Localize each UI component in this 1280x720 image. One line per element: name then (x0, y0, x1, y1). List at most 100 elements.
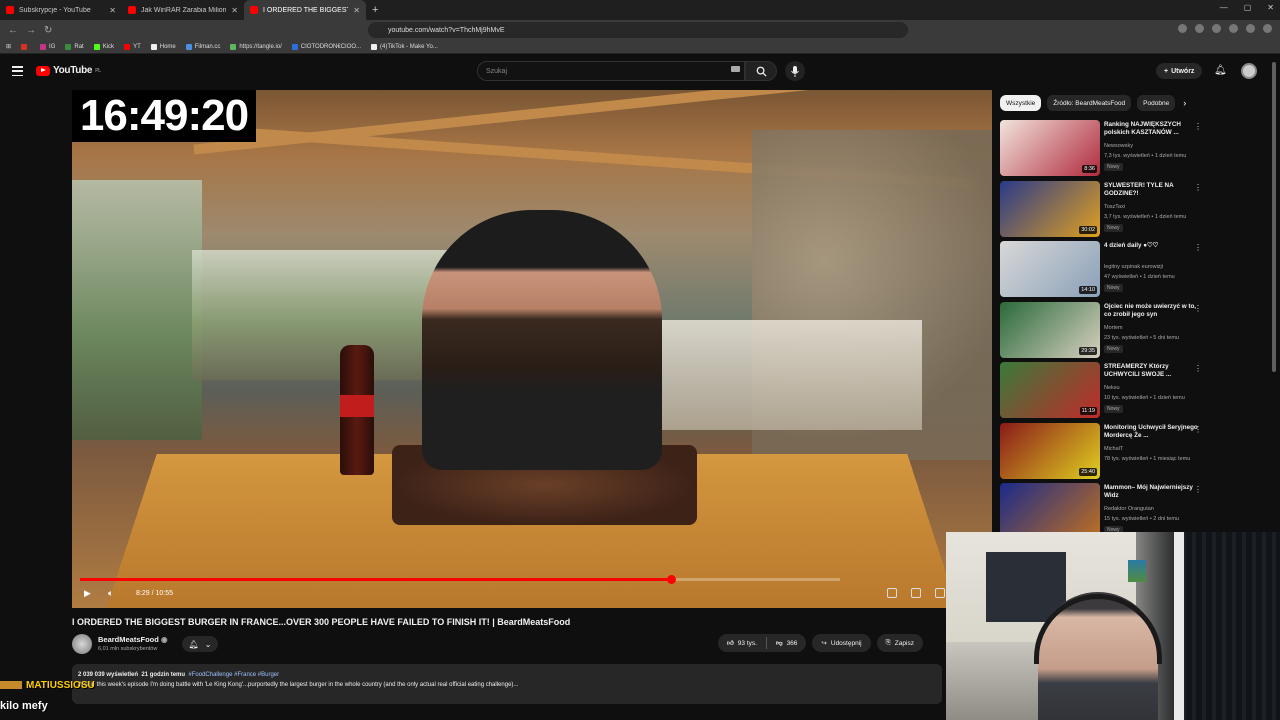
dislike-button[interactable]: 👎︎ 366 (767, 639, 806, 648)
bookmark-item[interactable]: Rat (65, 43, 84, 50)
bookmark-item[interactable]: Kick (93, 43, 114, 50)
region-code: PL (95, 67, 101, 74)
recommendation-item[interactable]: 8:36 Ranking NAJWIĘKSZYCH polskich KASZTA… (1000, 120, 1230, 181)
video-description[interactable]: 2 039 039 wyświetleń 21 godzin temu #Foo… (72, 664, 942, 704)
play-icon[interactable]: ▶ (84, 588, 91, 599)
bookmark-item[interactable]: (4)TikTok - Make Yo... (371, 43, 438, 50)
more-options-icon[interactable]: ⋮ (1194, 304, 1202, 313)
apps-grid-icon[interactable]: ⊞ (6, 43, 11, 50)
create-button[interactable]: + Utwórz (1156, 63, 1203, 79)
save-button[interactable]: ⎘ Zapisz (876, 634, 923, 652)
reload-icon[interactable]: ↻ (44, 25, 54, 36)
browser-tab[interactable]: Subskrypcje - YouTube ✕ (0, 0, 122, 20)
video-thumbnail[interactable]: 29:35 (1000, 301, 1100, 358)
video-thumbnail[interactable]: 30:02 (1000, 180, 1100, 237)
video-thumbnail[interactable]: 14:10 (1000, 241, 1100, 297)
extension-icon[interactable] (1178, 24, 1187, 33)
browser-tab-active[interactable]: I ORDERED THE BIGGEST BURGER... ✕ (244, 0, 366, 20)
new-badge: Nowy (1104, 223, 1123, 232)
more-options-icon[interactable]: ⋮ (1194, 425, 1202, 434)
recommendation-item[interactable]: 14:10 4 dzień daily ●♡♡ legitny szpinak eu… (1000, 241, 1230, 302)
channel-name[interactable]: BeardMeatsFood ◉ (98, 635, 167, 644)
bookmark-item[interactable]: https://tangle.io/ (230, 43, 282, 50)
more-options-icon[interactable]: ⋮ (1194, 183, 1202, 192)
video-thumbnail[interactable]: 8:36 (1000, 120, 1100, 176)
maximize-icon[interactable]: ▢ (1244, 3, 1252, 12)
new-tab-button[interactable]: + (372, 4, 378, 16)
video-player[interactable] (72, 90, 992, 608)
recommendation-meta: 78 tys. wyświetleń • 1 miesiąc temu (1104, 455, 1191, 462)
recommendation-item[interactable]: 29:35 Ojciec nie może uwierzyć w to, co z… (1000, 301, 1230, 363)
minimize-icon[interactable]: — (1220, 3, 1228, 12)
more-options-icon[interactable]: ⋮ (1194, 364, 1202, 373)
voice-search-button[interactable] (785, 61, 805, 81)
extension-icon[interactable] (1229, 24, 1238, 33)
close-window-icon[interactable]: ✕ (1267, 3, 1274, 12)
chip-2[interactable]: Podobne (1137, 95, 1176, 111)
page-scrollbar[interactable] (1272, 62, 1276, 372)
chip-0[interactable]: Wszystkie (1000, 95, 1042, 111)
search-input[interactable]: Szukaj (477, 61, 745, 81)
subscription-bell-button[interactable]: 🔔︎ ⌄ (182, 636, 218, 652)
keyboard-icon[interactable] (731, 66, 740, 72)
video-actions: 👍︎ 93 tys. 👎︎ 366 ↪ Udostępnij ⎘ Zapisz (718, 634, 923, 652)
like-button[interactable]: 👍︎ 93 tys. (718, 639, 766, 648)
search-button[interactable] (745, 61, 777, 81)
video-frame (72, 90, 992, 608)
chevron-right-icon[interactable]: › (1183, 98, 1186, 108)
more-options-icon[interactable]: ⋮ (1194, 122, 1202, 131)
hashtags[interactable]: #FoodChallenge #France #Burger (188, 672, 279, 678)
recommendation-title: Monitoring Uchwycił Seryjnego Mordercę Ż… (1104, 423, 1198, 439)
settings-gear-icon[interactable] (935, 588, 945, 598)
progress-scrubber[interactable] (666, 575, 676, 584)
back-icon[interactable]: ← (8, 25, 18, 36)
extension-icon[interactable] (1212, 24, 1221, 33)
recommendation-item[interactable]: 25:40 Monitoring Uchwycił Seryjnego Morde… (1000, 422, 1230, 484)
extensions-toolbar (1178, 24, 1272, 33)
more-options-icon[interactable]: ⋮ (1194, 243, 1202, 252)
bookmarks-bar: ⊞ IG Rat Kick YT Home Filman.cc https://tangle.… (0, 40, 1280, 54)
new-badge: Nowy (1104, 405, 1123, 413)
chip-1[interactable]: Źródło: BeardMeatsFood (1047, 95, 1132, 111)
channel-avatar[interactable] (72, 634, 92, 654)
volume-icon[interactable]: 🔈︎ (108, 588, 113, 599)
duration-badge: 11:19 (1079, 407, 1097, 415)
subtitles-icon[interactable] (911, 588, 921, 598)
player-right-controls (887, 588, 945, 598)
bookmark-item[interactable]: Home (150, 43, 176, 50)
recommendation-item[interactable]: 30:02 SYLWESTER! TYLE NA GODZINE?! ToszTax… (1000, 180, 1230, 242)
bookmark-label: Rat (74, 43, 84, 50)
bookmark-item[interactable]: Filman.cc (185, 43, 220, 50)
recommendation-channel: legitny szpinak eurowizji (1104, 264, 1163, 270)
youtube-logo[interactable]: YouTube PL (36, 65, 101, 76)
youtube-play-logo-icon (36, 65, 50, 76)
bookmark-item[interactable]: CIOTODRON€CIOO... (291, 43, 361, 50)
hamburger-menu-icon[interactable] (12, 66, 23, 76)
account-avatar[interactable] (1241, 63, 1257, 79)
browser-tab[interactable]: Jak WinRAR Zarabia Miliony na bycie... ✕ (122, 0, 244, 20)
recommendation-title: 4 dzień daily ●♡♡ (1104, 242, 1159, 249)
forward-icon[interactable]: → (26, 25, 36, 36)
close-tab-icon[interactable]: ✕ (109, 6, 116, 15)
bookmark-item[interactable]: YT (124, 43, 141, 50)
video-thumbnail[interactable]: 25:40 (1000, 422, 1100, 479)
chat-caption-overlay: kilo mefy (0, 700, 48, 712)
extension-icon[interactable] (1195, 24, 1204, 33)
recommendation-item[interactable]: 11:19 STREAMERZY Którzy UCHWYCILI SWOJE .… (1000, 362, 1230, 423)
video-thumbnail[interactable] (1000, 483, 1100, 539)
video-progress-bar[interactable] (80, 575, 840, 584)
bookmark-item[interactable]: IG (40, 43, 55, 50)
more-options-icon[interactable]: ⋮ (1194, 485, 1202, 494)
extension-icon[interactable] (1263, 24, 1272, 33)
bookmark-item[interactable] (21, 43, 30, 50)
close-tab-icon[interactable]: ✕ (231, 6, 238, 15)
url-field[interactable]: youtube.com/watch?v=ThchMj9hMvE (368, 22, 908, 38)
video-thumbnail[interactable]: 11:19 (1000, 362, 1100, 418)
bookmark-label: YT (133, 43, 141, 50)
close-tab-icon[interactable]: ✕ (353, 6, 360, 15)
notifications-bell-icon[interactable]: 🔔︎ (1214, 65, 1227, 76)
extension-icon[interactable] (1246, 24, 1255, 33)
duration-badge: 14:10 (1079, 286, 1097, 294)
share-button[interactable]: ↪ Udostępnij (812, 634, 871, 652)
autoplay-toggle-icon[interactable] (887, 588, 897, 598)
